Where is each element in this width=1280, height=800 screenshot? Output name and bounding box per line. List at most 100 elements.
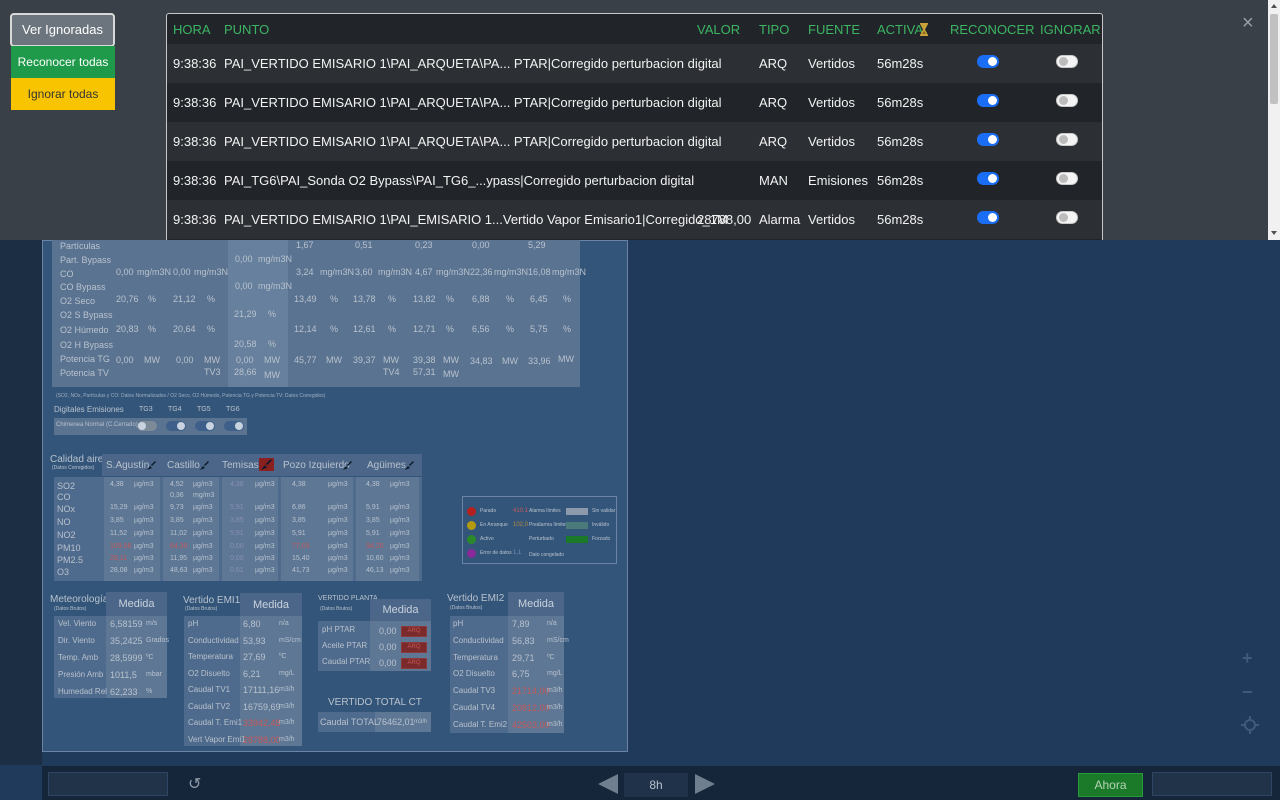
legend-sample: 102,0 <box>513 522 529 528</box>
alarm-fuente: Emisiones <box>808 173 868 188</box>
date-from-field[interactable] <box>48 772 168 796</box>
calidad-unit: µg/m3 <box>390 555 410 562</box>
legend-label: Perturbado <box>529 536 554 542</box>
alarm-punto: PAI_VERTIDO EMISARIO 1\PAI_ARQUETA\PA...… <box>224 95 722 110</box>
close-icon[interactable]: × <box>1242 12 1254 35</box>
calidad-value: 4,52 <box>170 481 184 488</box>
legend-label: Parado <box>480 508 497 514</box>
reconocer-switch[interactable] <box>977 172 999 185</box>
emis-value: 0,23 <box>415 240 433 250</box>
emis-unit: MW <box>204 355 220 365</box>
emis-value: 0,00 <box>116 267 134 277</box>
calidad-value: 4,38 <box>230 481 244 488</box>
ignorar-switch[interactable] <box>1056 172 1078 185</box>
col-fuente[interactable]: FUENTE <box>808 22 860 37</box>
calidad-value: 109,56 <box>110 543 132 550</box>
legend-swatch-label: Sin validar <box>592 508 616 514</box>
ver-ignoradas-button[interactable]: Ver Ignoradas <box>10 13 115 47</box>
calidad-param: NOx <box>57 504 75 514</box>
reconocer-switch[interactable] <box>977 55 999 68</box>
emi2-value: 21714,00 <box>512 686 550 697</box>
emis-value: 6,56 <box>472 324 490 334</box>
prev-range-button[interactable] <box>598 774 618 794</box>
emis-value: 12,14 <box>294 324 317 334</box>
legend-swatch-label: Inválido <box>592 522 610 528</box>
calidad-value: 0,36 <box>170 492 184 499</box>
ignorar-switch[interactable] <box>1056 211 1078 224</box>
calidad-value: 0,00 <box>230 543 244 550</box>
col-ignorar[interactable]: IGNORAR <box>1040 22 1101 37</box>
reconocer-switch[interactable] <box>977 133 999 146</box>
legend-sample: 410,1 <box>513 508 529 514</box>
zoom-in-button[interactable]: + <box>1242 648 1253 669</box>
emis-value: 12,71 <box>413 324 436 334</box>
next-range-button[interactable] <box>695 774 715 794</box>
col-activa[interactable]: ACTIVA <box>877 22 923 37</box>
calidad-value: 94,25 <box>366 543 384 550</box>
calidad-value: 11,95 <box>170 555 187 562</box>
calidad-unit: µg/m3 <box>193 530 213 537</box>
alarm-row[interactable]: 9:38:36 PAI_VERTIDO EMISARIO 1\PAI_ARQUET… <box>167 122 1102 161</box>
zoom-out-button[interactable]: − <box>1242 682 1253 703</box>
emis-unit: MW <box>502 356 518 366</box>
date-to-field[interactable] <box>1152 772 1272 796</box>
col-hora[interactable]: HORA <box>173 22 211 37</box>
calidad-unit: µg/m3 <box>328 517 348 524</box>
calidad-param: NO2 <box>57 530 76 540</box>
calidad-unit: µg/m3 <box>255 517 275 524</box>
emi1-value: 6,80 <box>243 619 261 629</box>
alarm-row[interactable]: 9:38:36 PAI_VERTIDO EMISARIO 1\PAI_ARQUET… <box>167 44 1102 83</box>
ahora-button[interactable]: Ahora <box>1078 773 1143 797</box>
legend-swatch <box>566 536 588 543</box>
calidad-unit: µg/m3 <box>134 517 154 524</box>
tg4-toggle <box>166 421 186 431</box>
calidad-value: 3,85 <box>292 517 306 524</box>
alarm-punto: PAI_TG6\PAI_Sonda O2 Bypass\PAI_TG6_...y… <box>224 173 695 188</box>
alarm-row[interactable]: 9:38:36 PAI_VERTIDO EMISARIO 1\PAI_ARQUET… <box>167 83 1102 122</box>
emis-label: Potencia TV <box>60 368 109 378</box>
col-valor[interactable]: VALOR <box>697 22 740 37</box>
scroll-up-icon[interactable] <box>1270 2 1278 10</box>
emis-unit: mg/m3N <box>258 281 293 291</box>
col-reconocer[interactable]: RECONOCER <box>950 22 1035 37</box>
emis-value: 3,24 <box>296 267 314 277</box>
reconocer-switch[interactable] <box>977 94 999 107</box>
emis-unit: % <box>563 324 572 334</box>
station-name: S.Agustín <box>106 460 150 471</box>
legend-sample: 1,1 <box>513 550 522 556</box>
refresh-icon[interactable]: ↺ <box>188 774 201 794</box>
meteo-unit: Grados <box>146 637 169 644</box>
alarm-row[interactable]: 9:38:36 PAI_VERTIDO EMISARIO 1\PAI_EMISAR… <box>167 200 1102 239</box>
calidad-unit: µg/m3 <box>193 555 213 562</box>
reconocer-switch[interactable] <box>977 211 999 224</box>
total-title: VERTIDO TOTAL CT <box>328 697 422 708</box>
reconocer-todas-button[interactable]: Reconocer todas <box>11 46 115 78</box>
planta-title: VERTIDO PLANTA <box>318 595 378 602</box>
emi1-label: Vert Vapor Emi1 <box>188 734 246 744</box>
calidad-subtitle: (Datos Corregidos) <box>52 465 95 471</box>
emi2-unit: m3/h <box>547 720 563 728</box>
col-tipo[interactable]: TIPO <box>759 22 789 37</box>
alarm-tipo: ARQ <box>759 56 788 71</box>
total-value: 76462,01 <box>377 717 415 727</box>
calidad-value: 11,52 <box>110 530 127 537</box>
ignorar-switch[interactable] <box>1056 94 1078 107</box>
emi2-unit: ºC <box>547 653 555 661</box>
ignorar-switch[interactable] <box>1056 55 1078 68</box>
emis-value: 39,38 <box>413 355 436 365</box>
alarm-row[interactable]: 9:38:36 PAI_TG6\PAI_Sonda O2 Bypass\PAI_T… <box>167 161 1102 200</box>
alarm-activa: 56m28s <box>877 95 924 110</box>
emi2-value: 29,71 <box>512 652 535 663</box>
calidad-value: 4,38 <box>292 481 306 488</box>
emis-label: Potencia TG <box>60 354 110 364</box>
emi1-unit: m3/h <box>279 702 295 710</box>
calidad-param: NO <box>57 517 71 527</box>
col-punto[interactable]: PUNTO <box>224 22 269 37</box>
legend-dot-error <box>467 549 476 558</box>
scroll-down-icon[interactable] <box>1270 229 1278 237</box>
recenter-icon[interactable] <box>1241 716 1259 734</box>
ignorar-switch[interactable] <box>1056 133 1078 146</box>
scrollbar-thumb[interactable] <box>1270 14 1278 104</box>
ignorar-todas-button[interactable]: Ignorar todas <box>11 78 115 110</box>
calidad-unit: µg/m3 <box>328 543 348 550</box>
